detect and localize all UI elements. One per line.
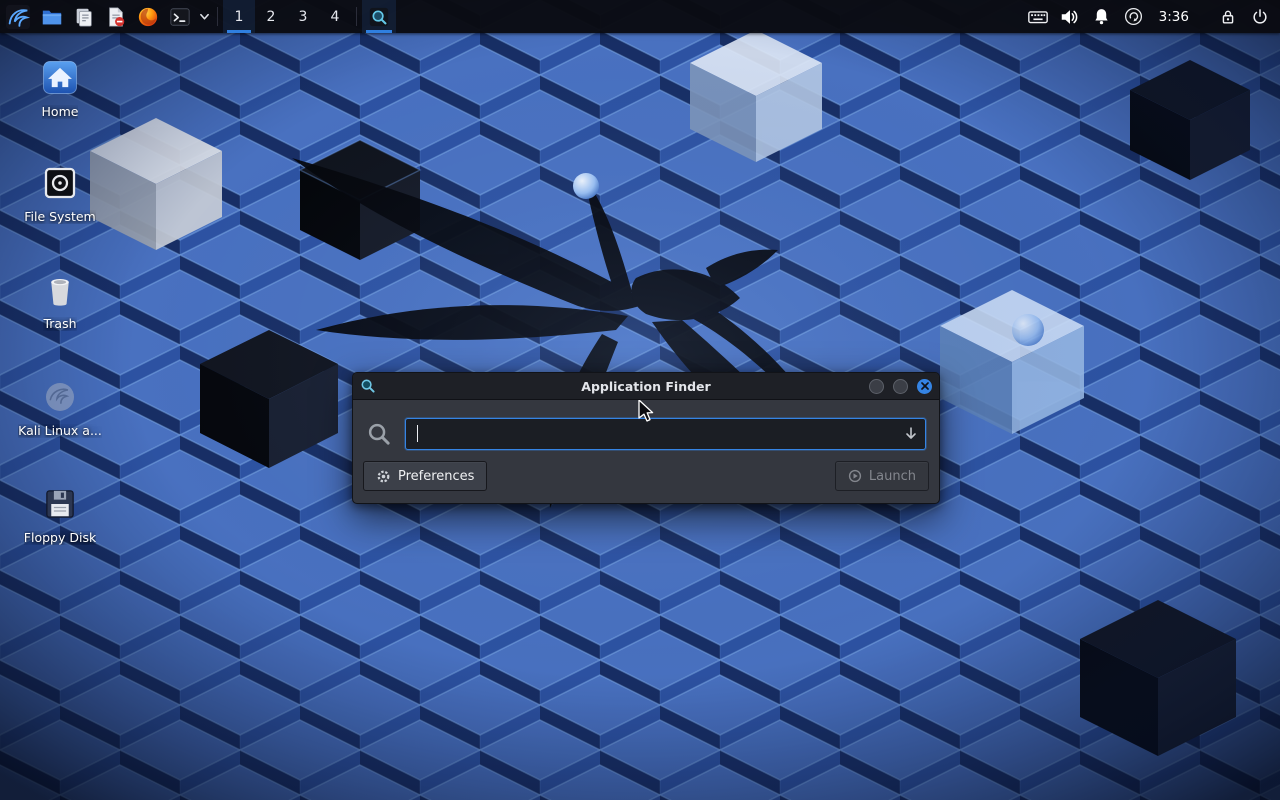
- kali-menu-icon: [5, 4, 31, 30]
- clock[interactable]: 3:36: [1150, 0, 1198, 33]
- titlebar[interactable]: Application Finder: [353, 373, 939, 400]
- workspace-4[interactable]: 4: [319, 0, 351, 33]
- workspace-switcher: 1 2 3 4: [223, 0, 351, 33]
- applications-menu-button[interactable]: [0, 0, 36, 33]
- search-dropdown-arrow[interactable]: [903, 425, 919, 441]
- panel-separator: [217, 7, 218, 26]
- keyboard-layout-indicator[interactable]: [1022, 0, 1054, 33]
- power-icon: [1250, 7, 1270, 27]
- terminal-icon: [169, 6, 191, 28]
- launch-label: Launch: [869, 469, 916, 484]
- volume-control[interactable]: [1054, 0, 1086, 33]
- panel-launchers: 1 2 3 4: [0, 0, 396, 33]
- firefox-launcher[interactable]: [132, 0, 164, 33]
- files-icon: [73, 6, 95, 28]
- status-tray-indicator[interactable]: [1118, 0, 1150, 33]
- firefox-icon: [137, 6, 159, 28]
- trash-icon: [39, 269, 81, 311]
- files-launcher[interactable]: [68, 0, 100, 33]
- window-title: Application Finder: [353, 379, 939, 394]
- status-circle-icon: [1123, 6, 1144, 27]
- maximize-button[interactable]: [893, 379, 908, 394]
- search-input[interactable]: [405, 418, 926, 450]
- bell-icon: [1091, 6, 1112, 27]
- preferences-label: Preferences: [398, 469, 474, 484]
- panel-tray: 3:36: [1022, 0, 1280, 33]
- application-finder-window: Application Finder: [352, 372, 940, 504]
- desktop-icon-label: File System: [24, 210, 96, 224]
- file-manager-launcher[interactable]: [36, 0, 68, 33]
- top-panel: 1 2 3 4: [0, 0, 1280, 33]
- file-system-icon: [39, 162, 81, 204]
- close-icon: [921, 382, 929, 390]
- text-editor-launcher[interactable]: [100, 0, 132, 33]
- terminal-profile-dropdown[interactable]: [196, 0, 212, 33]
- logout-button[interactable]: [1244, 0, 1276, 33]
- home-icon: [38, 55, 82, 99]
- desktop-icon-label: Kali Linux a...: [18, 424, 102, 438]
- search-icon: [366, 421, 393, 448]
- file-manager-icon: [41, 6, 63, 28]
- keyboard-icon: [1027, 6, 1049, 28]
- floppy-disk-icon: [39, 483, 81, 525]
- desktop-icon-label: Home: [42, 105, 79, 119]
- finder-body: Preferences Launch: [353, 400, 939, 503]
- application-finder-icon: [360, 378, 376, 394]
- launch-icon: [848, 469, 862, 483]
- gear-icon: [376, 469, 391, 484]
- launch-button[interactable]: Launch: [835, 461, 929, 491]
- workspace-2[interactable]: 2: [255, 0, 287, 33]
- application-finder-taskbar-icon: [368, 6, 390, 28]
- workspace-1[interactable]: 1: [223, 0, 255, 33]
- application-finder-taskbar-button[interactable]: [362, 0, 396, 33]
- terminal-launcher[interactable]: [164, 0, 196, 33]
- minimize-button[interactable]: [869, 379, 884, 394]
- volume-icon: [1059, 6, 1081, 28]
- lock-screen-button[interactable]: [1212, 0, 1244, 33]
- preferences-button[interactable]: Preferences: [363, 461, 487, 491]
- notifications[interactable]: [1086, 0, 1118, 33]
- text-editor-icon: [105, 6, 127, 28]
- desktop-icon-label: Floppy Disk: [24, 531, 96, 545]
- arrow-down-icon: [903, 425, 919, 441]
- kali-disk-icon: [39, 376, 81, 418]
- desktop-icon-kali-linux[interactable]: Kali Linux a...: [16, 376, 104, 438]
- panel-separator: [356, 7, 357, 26]
- desktop-icon-label: Trash: [43, 317, 76, 331]
- desktop-icon-floppy-disk[interactable]: Floppy Disk: [16, 483, 104, 545]
- desktop-icon-file-system[interactable]: File System: [16, 162, 104, 224]
- text-caret: [417, 425, 418, 442]
- workspace-3[interactable]: 3: [287, 0, 319, 33]
- desktop-icon-trash[interactable]: Trash: [16, 269, 104, 331]
- desktop-icon-home[interactable]: Home: [16, 55, 104, 119]
- chevron-down-icon: [199, 11, 210, 22]
- lock-icon: [1218, 7, 1238, 27]
- close-button[interactable]: [917, 379, 932, 394]
